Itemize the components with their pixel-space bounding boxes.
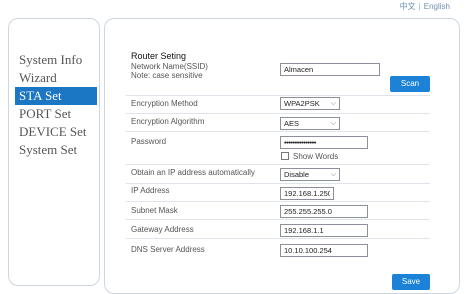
divider [126,238,430,239]
case-sensitive-note: Note: case sensitive [131,71,203,80]
language-icon: 中文 [399,1,416,11]
divider [126,164,430,165]
subnet-mask-label: Subnet Mask [131,206,178,215]
scan-button[interactable]: Scan [390,76,430,92]
divider [126,95,430,96]
password-label: Password [131,137,167,146]
sidebar-item-system-info[interactable]: System Info [15,51,97,69]
dns-server-input[interactable] [280,244,368,257]
encryption-method-select[interactable]: WPA2PSK ⌵ [280,97,340,110]
divider [126,131,430,132]
language-separator: | [418,1,421,11]
chevron-down-icon: ⌵ [330,100,336,107]
show-words-label: Show Words [293,152,339,161]
chevron-down-icon: ⌵ [330,171,336,178]
divider [126,201,430,202]
sidebar-item-sta-set[interactable]: STA Set [15,87,97,105]
encryption-algorithm-label: Encryption Algorithm [131,117,205,126]
divider [126,113,430,114]
password-input[interactable] [280,136,368,149]
subnet-mask-input[interactable] [280,205,368,218]
sidebar: System Info Wizard STA Set PORT Set DEVI… [8,18,100,286]
dns-server-label: DNS Server Address [131,245,205,254]
ssid-input[interactable] [280,63,380,76]
sidebar-item-device-set[interactable]: DEVICE Set [15,123,97,141]
save-button[interactable]: Save [392,274,430,290]
sidebar-item-wizard[interactable]: Wizard [15,69,97,87]
gateway-label: Gateway Address [131,225,194,234]
language-switcher[interactable]: 中文 | English [400,0,450,12]
sidebar-menu: System Info Wizard STA Set PORT Set DEVI… [15,51,97,159]
gateway-input[interactable] [280,224,368,237]
dhcp-select[interactable]: Disable ⌵ [280,168,340,181]
encryption-algorithm-select[interactable]: AES ⌵ [280,117,340,130]
show-words-checkbox[interactable] [281,152,289,160]
encryption-method-label: Encryption Method [131,99,198,108]
ssid-label: Network Name(SSID) [131,62,208,71]
language-english-link[interactable]: English [424,2,450,11]
divider [126,183,430,184]
ip-address-input[interactable] [280,187,334,200]
divider [126,219,430,220]
chevron-down-icon: ⌵ [330,120,336,127]
ip-address-label: IP Address [131,186,170,195]
sidebar-item-system-set[interactable]: System Set [15,141,97,159]
router-setting-title: Router Seting [131,51,187,61]
sidebar-item-port-set[interactable]: PORT Set [15,105,97,123]
dhcp-value: Disable [284,170,310,179]
encryption-algorithm-value: AES [284,119,300,128]
encryption-method-value: WPA2PSK [284,99,320,108]
dhcp-label: Obtain an IP address automatically [131,168,255,177]
